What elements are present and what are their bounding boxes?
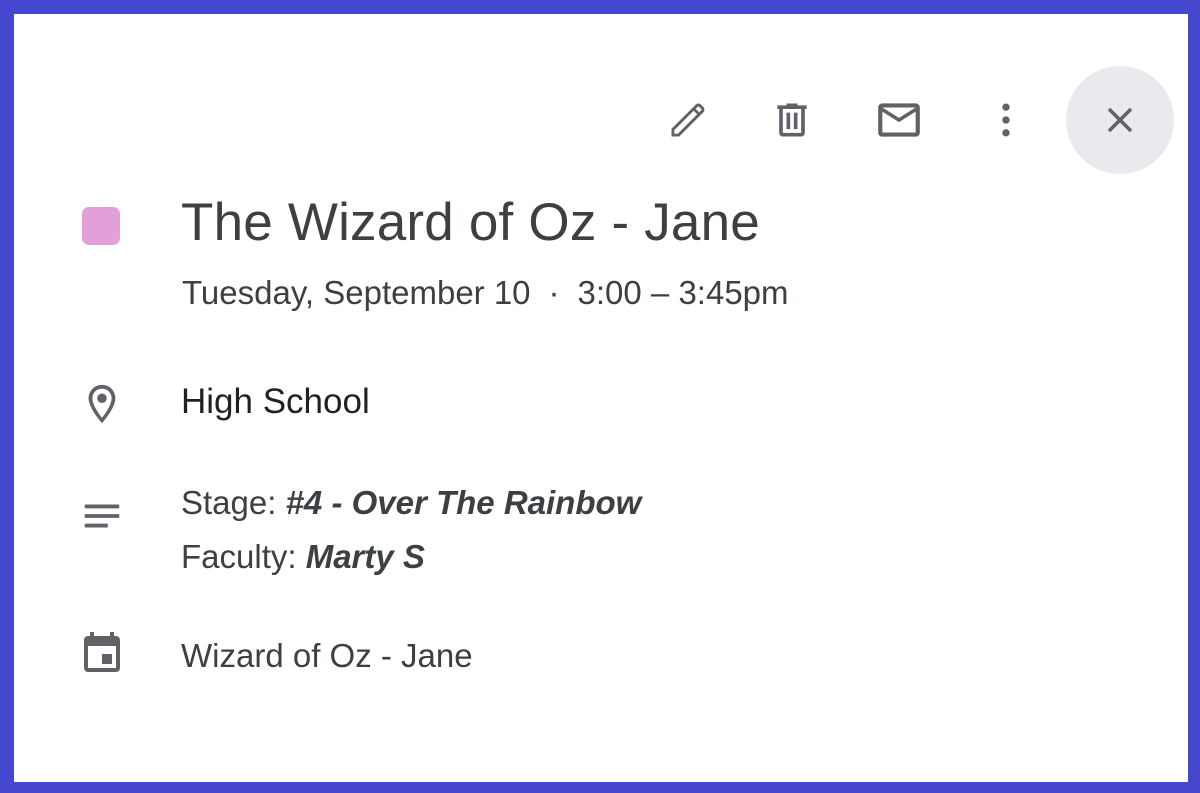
envelope-icon xyxy=(874,95,924,145)
date-time-separator: · xyxy=(548,274,560,311)
event-date-time: Tuesday, September 10 · 3:00 – 3:45pm xyxy=(182,274,789,312)
faculty-value: Marty S xyxy=(305,538,425,575)
pencil-icon xyxy=(666,98,710,142)
event-toolbar xyxy=(634,66,1174,174)
more-vert-icon xyxy=(984,98,1028,142)
trash-icon xyxy=(770,98,814,142)
edit-event-button[interactable] xyxy=(634,66,742,174)
stage-label: Stage: xyxy=(181,484,286,521)
delete-event-button[interactable] xyxy=(738,66,846,174)
description-icon xyxy=(78,492,126,540)
close-button[interactable] xyxy=(1066,66,1174,174)
faculty-label: Faculty: xyxy=(181,538,306,575)
event-color-chip xyxy=(82,207,120,245)
close-icon xyxy=(1099,99,1141,141)
calendar-name: Wizard of Oz - Jane xyxy=(181,637,473,674)
description-stage-line: Stage: #4 - Over The Rainbow xyxy=(181,484,641,522)
event-details-card: The Wizard of Oz - Jane Tuesday, Septemb… xyxy=(14,14,1188,782)
calendar-icon xyxy=(78,628,126,676)
event-title: The Wizard of Oz - Jane xyxy=(181,193,760,252)
email-guests-button[interactable] xyxy=(845,66,953,174)
window-frame: The Wizard of Oz - Jane Tuesday, Septemb… xyxy=(0,0,1200,793)
description-faculty-line: Faculty: Marty S xyxy=(181,538,425,576)
more-options-button[interactable] xyxy=(952,66,1060,174)
location-pin-icon xyxy=(78,380,126,428)
event-time: 3:00 – 3:45pm xyxy=(577,274,789,311)
event-location: High School xyxy=(181,382,370,421)
event-date: Tuesday, September 10 xyxy=(182,274,531,311)
stage-value: #4 - Over The Rainbow xyxy=(285,484,642,521)
